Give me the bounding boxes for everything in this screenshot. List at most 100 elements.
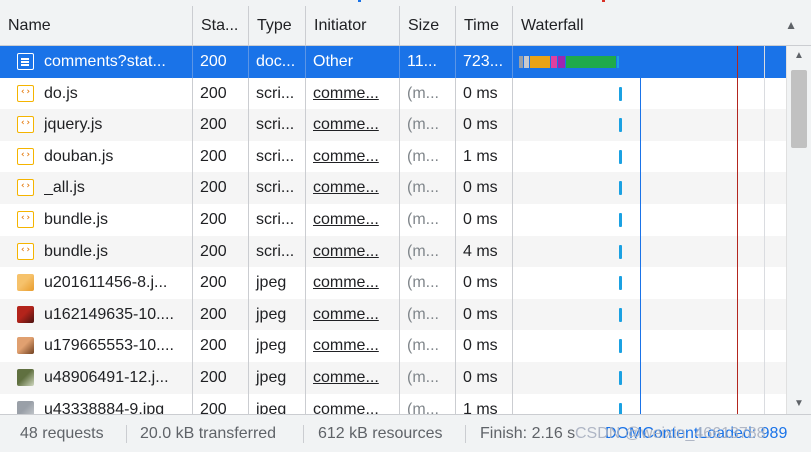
request-size: (m... xyxy=(400,140,456,173)
request-name-cell[interactable]: ‹› jquery.js xyxy=(0,109,193,141)
request-initiator[interactable]: comme... xyxy=(306,235,400,268)
request-name: bundle.js xyxy=(44,211,109,228)
request-status: 200 xyxy=(193,77,249,110)
request-size: (m... xyxy=(400,172,456,204)
request-type: scri... xyxy=(249,109,306,141)
request-name-cell[interactable]: u179665553-10.... xyxy=(0,330,193,362)
request-size: (m... xyxy=(400,204,456,236)
waterfall-bar xyxy=(619,149,622,164)
request-initiator[interactable]: comme... xyxy=(306,140,400,173)
script-icon: ‹› xyxy=(17,179,34,197)
request-type: scri... xyxy=(249,204,306,236)
waterfall-cell xyxy=(513,78,786,110)
request-size: (m... xyxy=(400,235,456,268)
request-initiator: Other xyxy=(306,46,400,78)
request-initiator[interactable]: comme... xyxy=(306,109,400,141)
column-header-time[interactable]: Time xyxy=(456,6,513,45)
waterfall-timing-segment xyxy=(551,56,557,68)
request-row[interactable]: u201611456-8.j... 200 jpeg comme... (m... 0 m… xyxy=(0,267,786,299)
request-size: (m... xyxy=(400,393,456,414)
request-name-cell[interactable]: ‹› bundle.js xyxy=(0,204,193,236)
request-row[interactable]: u43338884-9.jpg 200 jpeg comme... (m... 1 ms xyxy=(0,393,786,414)
request-row[interactable]: ‹› bundle.js 200 scri... comme... (m... 0 ms xyxy=(0,204,786,236)
dom-content-loaded-line xyxy=(640,46,641,414)
waterfall-timing-segment xyxy=(530,56,550,68)
request-row[interactable]: ‹› bundle.js 200 scri... comme... (m... 4 ms xyxy=(0,235,786,268)
scroll-down-arrow-icon[interactable]: ▼ xyxy=(787,398,811,410)
request-initiator[interactable]: comme... xyxy=(306,172,400,204)
request-time: 1 ms xyxy=(456,393,513,414)
image-thumbnail-icon xyxy=(17,369,34,386)
request-name-cell[interactable]: u48906491-12.j... xyxy=(0,362,193,394)
request-type: jpeg xyxy=(249,298,306,331)
request-initiator[interactable]: comme... xyxy=(306,267,400,299)
waterfall-bar xyxy=(619,307,622,322)
request-initiator[interactable]: comme... xyxy=(306,298,400,331)
request-name: bundle.js xyxy=(44,242,109,260)
request-size: 11... xyxy=(400,46,456,78)
waterfall-cell xyxy=(513,330,786,362)
request-status: 200 xyxy=(193,204,249,236)
request-name: u43338884-9.jpg xyxy=(44,400,165,414)
finish-time: Finish: 2.16 s xyxy=(480,425,576,442)
request-row[interactable]: ‹› do.js 200 scri... comme... (m... 0 ms xyxy=(0,77,786,110)
request-name-cell[interactable]: ‹› bundle.js xyxy=(0,235,193,268)
request-count: 48 requests xyxy=(20,425,104,442)
vertical-scrollbar[interactable]: ▲ ▼ xyxy=(786,46,811,414)
request-name-cell[interactable]: ‹› do.js xyxy=(0,77,193,110)
request-status: 200 xyxy=(193,267,249,299)
request-row[interactable]: ‹› _all.js 200 scri... comme... (m... 0 ms xyxy=(0,172,786,204)
request-name: comments?stat... xyxy=(44,53,166,70)
request-name-cell[interactable]: u201611456-8.j... xyxy=(0,267,193,299)
request-initiator[interactable]: comme... xyxy=(306,362,400,394)
request-row[interactable]: u48906491-12.j... 200 jpeg comme... (m... 0 m… xyxy=(0,362,786,394)
request-name-cell[interactable]: u43338884-9.jpg xyxy=(0,393,193,414)
column-header-initiator[interactable]: Initiator xyxy=(306,6,400,45)
request-type: jpeg xyxy=(249,393,306,414)
column-header-waterfall[interactable]: Waterfall ▲ xyxy=(513,6,811,45)
request-time: 0 ms xyxy=(456,77,513,110)
request-initiator[interactable]: comme... xyxy=(306,330,400,362)
request-type: scri... xyxy=(249,235,306,268)
script-icon: ‹› xyxy=(17,211,34,228)
waterfall-timing-segment xyxy=(519,56,523,68)
request-row[interactable]: comments?stat... 200 doc... Other 11... 723..… xyxy=(0,46,786,78)
request-status: 200 xyxy=(193,362,249,394)
request-initiator[interactable]: comme... xyxy=(306,393,400,414)
column-header-status[interactable]: Sta... xyxy=(193,6,249,45)
status-bar: 48 requests 20.0 kB transferred 612 kB r… xyxy=(0,414,811,452)
request-size: (m... xyxy=(400,77,456,110)
request-time: 0 ms xyxy=(456,362,513,394)
resources-size: 612 kB resources xyxy=(318,425,443,442)
waterfall-cell xyxy=(513,141,786,173)
request-row[interactable]: ‹› jquery.js 200 scri... comme... (m... 0 ms xyxy=(0,109,786,141)
request-row[interactable]: u162149635-10.... 200 jpeg comme... (m... 0 m… xyxy=(0,298,786,331)
waterfall-cell xyxy=(513,109,786,141)
request-row[interactable]: u179665553-10.... 200 jpeg comme... (m... 0 m… xyxy=(0,330,786,362)
column-header-type[interactable]: Type xyxy=(249,6,306,45)
request-name: u201611456-8.j... xyxy=(44,274,168,292)
scrollbar-thumb[interactable] xyxy=(791,70,807,148)
request-initiator[interactable]: comme... xyxy=(306,77,400,110)
sort-ascending-icon[interactable]: ▲ xyxy=(785,6,797,45)
request-type: scri... xyxy=(249,77,306,110)
request-name-cell[interactable]: ‹› _all.js xyxy=(0,172,193,204)
request-initiator[interactable]: comme... xyxy=(306,204,400,236)
scroll-up-arrow-icon[interactable]: ▲ xyxy=(787,50,811,62)
request-status: 200 xyxy=(193,298,249,331)
request-size: (m... xyxy=(400,298,456,331)
request-name-cell[interactable]: u162149635-10.... xyxy=(0,298,193,331)
column-header-name[interactable]: Name xyxy=(0,6,193,45)
waterfall-cell xyxy=(513,172,786,204)
request-time: 0 ms xyxy=(456,330,513,362)
request-time: 1 ms xyxy=(456,140,513,173)
waterfall-bar xyxy=(619,339,622,354)
column-header-size[interactable]: Size xyxy=(400,6,456,45)
request-type: scri... xyxy=(249,172,306,204)
request-type: jpeg xyxy=(249,267,306,299)
request-name-cell[interactable]: comments?stat... xyxy=(0,46,193,78)
request-row[interactable]: ‹› douban.js 200 scri... comme... (m... 1 ms xyxy=(0,140,786,173)
request-name-cell[interactable]: ‹› douban.js xyxy=(0,140,193,173)
document-icon xyxy=(17,53,34,70)
waterfall-cell xyxy=(513,46,786,78)
